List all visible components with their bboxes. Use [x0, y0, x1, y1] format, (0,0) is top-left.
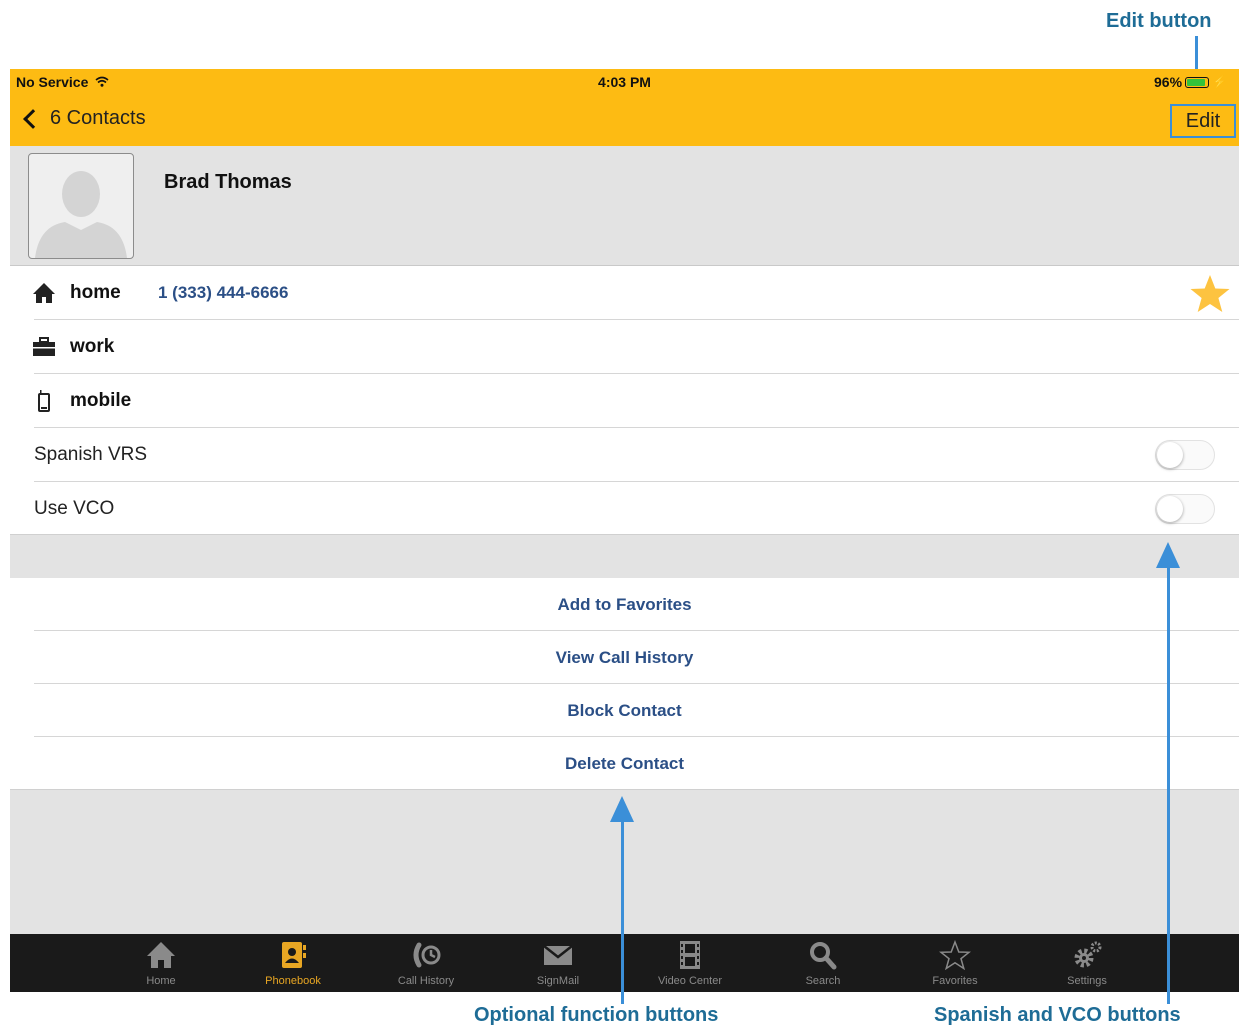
action-label: Add to Favorites [557, 595, 692, 614]
contact-name: Brad Thomas [164, 171, 292, 193]
option-label: Use VCO [34, 498, 115, 519]
view-call-history-button[interactable]: View Call History [10, 631, 1239, 684]
film-icon [680, 941, 700, 969]
option-label: Spanish VRS [34, 444, 148, 465]
tab-label: Video Center [657, 975, 722, 987]
home-icon [33, 283, 55, 303]
annotation-optional-function-buttons: Optional function buttons [474, 1004, 719, 1026]
favorite-star-icon[interactable] [1189, 274, 1231, 314]
navigation-bar: 6 Contacts Edit [10, 95, 1239, 146]
section-spacer [10, 534, 1239, 580]
chevron-left-icon [23, 108, 43, 129]
status-bar: No Service 4:03 PM 96% ⚡ [10, 69, 1239, 95]
action-label: Block Contact [567, 701, 682, 720]
action-label: Delete Contact [564, 754, 685, 773]
contact-header: Brad Thomas [10, 146, 1239, 266]
tab-search[interactable]: Search [773, 934, 873, 992]
annotation-line-optional [621, 820, 624, 1004]
mobile-phone-icon [38, 390, 50, 412]
action-list: Add to Favorites View Call History Block… [10, 578, 1239, 789]
charging-icon: ⚡ [1212, 75, 1227, 89]
battery-icon [1185, 76, 1210, 88]
phone-row-mobile[interactable]: mobile [10, 374, 1239, 428]
annotation-arrow-optional [610, 796, 634, 822]
phone-label: home [70, 282, 121, 303]
use-vco-toggle[interactable] [1155, 494, 1215, 524]
add-to-favorites-button[interactable]: Add to Favorites [10, 578, 1239, 631]
spanish-vrs-toggle[interactable] [1155, 440, 1215, 470]
phone-label: work [70, 336, 115, 357]
star-icon [939, 940, 971, 970]
tab-label: Phonebook [265, 975, 321, 987]
search-icon [810, 942, 837, 970]
call-history-icon [413, 942, 441, 968]
toggle-knob [1157, 442, 1183, 468]
clock: 4:03 PM [598, 74, 651, 90]
annotation-spanish-vco-buttons: Spanish and VCO buttons [934, 1004, 1181, 1026]
delete-contact-button[interactable]: Delete Contact [10, 737, 1239, 790]
option-row-spanish-vrs: Spanish VRS [10, 428, 1239, 482]
tab-label: SignMail [536, 975, 580, 987]
option-row-use-vco: Use VCO [10, 482, 1239, 536]
tab-label: Search [805, 975, 841, 987]
toggle-knob [1157, 496, 1183, 522]
tab-label: Call History [397, 975, 455, 987]
person-silhouette-icon [35, 171, 127, 258]
phone-number[interactable]: 1 (333) 444-6666 [158, 283, 288, 303]
tab-label: Settings [1067, 975, 1107, 987]
battery-status: 96% ⚡ [1154, 74, 1227, 90]
annotation-arrow-spanish-vco [1156, 542, 1180, 568]
action-label: View Call History [555, 648, 694, 667]
briefcase-icon [33, 337, 55, 356]
phone-row-home[interactable]: home 1 (333) 444-6666 [10, 266, 1239, 320]
tab-call-history[interactable]: Call History [376, 934, 476, 992]
phone-row-work[interactable]: work [10, 320, 1239, 374]
battery-percent: 96% [1154, 74, 1183, 90]
home-icon [147, 942, 175, 968]
avatar[interactable] [28, 153, 134, 259]
back-label: 6 Contacts [50, 107, 146, 129]
annotation-edit-button: Edit button [1106, 10, 1212, 32]
back-button[interactable]: 6 Contacts [20, 107, 146, 130]
tab-home[interactable]: Home [111, 934, 211, 992]
phonebook-icon [282, 942, 306, 968]
tab-settings[interactable]: Settings [1037, 934, 1137, 992]
tab-signmail[interactable]: SignMail [508, 934, 608, 992]
annotation-line-spanish-vco [1167, 566, 1170, 1004]
phone-label: mobile [70, 390, 132, 411]
tab-label: Home [146, 975, 176, 987]
tab-label: Favorites [932, 975, 978, 987]
edit-button[interactable]: Edit [1170, 104, 1236, 138]
tab-bar: Home Phonebook Call History SignMail Vid… [10, 934, 1239, 992]
tab-favorites[interactable]: Favorites [905, 934, 1005, 992]
block-contact-button[interactable]: Block Contact [10, 684, 1239, 737]
tab-phonebook[interactable]: Phonebook [243, 934, 343, 992]
app-screen: No Service 4:03 PM 96% ⚡ 6 Contacts Edit [10, 69, 1239, 992]
envelope-icon [543, 945, 573, 965]
tab-video-center[interactable]: Video Center [640, 934, 740, 992]
gear-icon [1074, 941, 1102, 968]
